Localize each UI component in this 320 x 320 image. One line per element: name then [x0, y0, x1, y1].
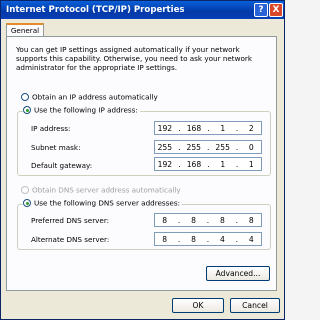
- octet: 168: [186, 159, 202, 169]
- octet-dot: .: [207, 159, 210, 169]
- octet: 0: [248, 142, 254, 152]
- ip-auto-option[interactable]: Obtain an IP address automatically: [21, 92, 158, 102]
- dialog-window: Internet Protocol (TCP/IP) Properties ? …: [0, 0, 285, 320]
- octet: 4: [219, 234, 225, 244]
- info-text: You can get IP settings assigned automat…: [16, 45, 253, 72]
- dns-auto-radio[interactable]: [21, 186, 29, 194]
- octet: 8: [248, 215, 254, 225]
- octet: 192: [157, 159, 173, 169]
- preferred-dns-label: Preferred DNS server:: [31, 216, 110, 225]
- dns-manual-label: Use the following DNS server addresses:: [34, 198, 181, 208]
- octet: 8: [191, 215, 196, 225]
- octet: 1: [220, 123, 226, 133]
- octet: 192: [157, 123, 173, 133]
- octet: 8: [191, 234, 196, 244]
- subnet-mask-label: Subnet mask:: [31, 143, 81, 152]
- octet-dot: .: [235, 234, 239, 244]
- octet: 168: [186, 123, 202, 133]
- default-gateway-label: Default gateway:: [31, 161, 93, 170]
- octet-dot: .: [178, 123, 181, 133]
- title-bar[interactable]: Internet Protocol (TCP/IP) Properties ? …: [1, 1, 284, 19]
- help-button[interactable]: ?: [254, 3, 268, 17]
- dns-auto-label: Obtain DNS server address automatically: [32, 185, 181, 195]
- subnet-mask-input[interactable]: 255. 255. 255. 0: [154, 140, 262, 154]
- octet: 8: [219, 215, 225, 225]
- octet: 8: [162, 215, 168, 225]
- octet: 2: [248, 123, 254, 133]
- octet-dot: .: [235, 215, 239, 225]
- octet: 4: [248, 234, 254, 244]
- octet-dot: .: [206, 215, 210, 225]
- octet: 255: [157, 142, 173, 152]
- octet-dot: .: [235, 142, 239, 152]
- ip-manual-option[interactable]: Use the following IP address:: [23, 105, 140, 115]
- octet-dot: .: [235, 159, 239, 169]
- window-title: Internet Protocol (TCP/IP) Properties: [6, 5, 185, 15]
- default-gateway-input[interactable]: 192. 168. 1. 1: [154, 157, 262, 171]
- close-button[interactable]: X: [269, 3, 283, 17]
- dns-auto-option[interactable]: Obtain DNS server address automatically: [21, 185, 181, 195]
- ok-button[interactable]: OK: [172, 298, 224, 313]
- tab-general[interactable]: General: [6, 23, 44, 37]
- ip-address-label: IP address:: [31, 124, 71, 133]
- ip-auto-radio[interactable]: [21, 93, 29, 101]
- octet-dot: .: [177, 234, 181, 244]
- octet-dot: .: [178, 159, 181, 169]
- octet-dot: .: [178, 142, 181, 152]
- preferred-dns-input[interactable]: 8. 8. 8. 8: [154, 213, 262, 227]
- dns-manual-radio[interactable]: [23, 199, 31, 207]
- octet-dot: .: [235, 123, 239, 133]
- octet: 8: [162, 234, 168, 244]
- ip-address-input[interactable]: 192. 168. 1. 2: [154, 121, 262, 135]
- alternate-dns-input[interactable]: 8. 8. 4. 4: [154, 232, 262, 246]
- cancel-button[interactable]: Cancel: [230, 298, 280, 313]
- advanced-button[interactable]: Advanced...: [206, 266, 270, 281]
- octet-dot: .: [177, 215, 181, 225]
- octet: 255: [186, 142, 202, 152]
- octet: 255: [215, 142, 230, 152]
- octet: 1: [220, 159, 226, 169]
- ip-manual-label: Use the following IP address:: [34, 105, 138, 115]
- octet-dot: .: [207, 123, 210, 133]
- octet: 1: [248, 159, 254, 169]
- ip-auto-label: Obtain an IP address automatically: [32, 92, 158, 102]
- ip-manual-radio[interactable]: [23, 106, 31, 114]
- alternate-dns-label: Alternate DNS server:: [31, 235, 110, 244]
- octet-dot: .: [206, 142, 210, 152]
- dns-manual-option[interactable]: Use the following DNS server addresses:: [23, 198, 183, 208]
- octet-dot: .: [206, 234, 210, 244]
